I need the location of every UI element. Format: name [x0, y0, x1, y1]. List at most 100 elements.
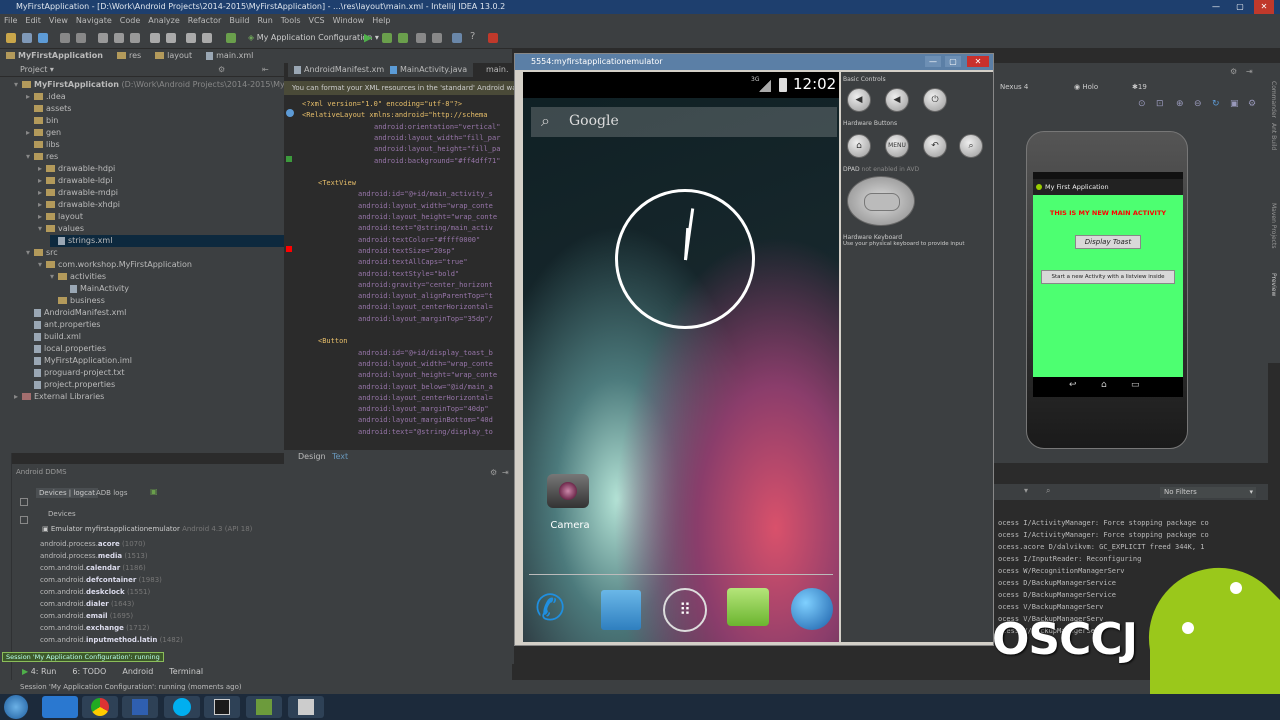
tab-run[interactable]: ▶ 4: Run: [22, 664, 56, 680]
taskbar-skype-icon[interactable]: [164, 696, 200, 718]
browser-icon[interactable]: [791, 588, 833, 630]
phone-icon[interactable]: ✆: [535, 588, 577, 630]
tree-item[interactable]: ▸ drawable-mdpi: [38, 187, 118, 199]
tab-terminal[interactable]: Terminal: [169, 664, 203, 680]
zoom-in-icon[interactable]: ⊕: [1176, 99, 1184, 109]
dpad-center[interactable]: [864, 193, 900, 211]
breadcrumb-layout[interactable]: layout: [155, 49, 192, 63]
menu-tools[interactable]: Tools: [281, 14, 301, 27]
tree-item[interactable]: bin: [26, 115, 58, 127]
screen-capture-icon[interactable]: ▣: [150, 487, 158, 496]
tree-item[interactable]: ▸ layout: [38, 211, 83, 223]
tree-expand-icon[interactable]: ▸: [26, 127, 34, 139]
refresh-icon[interactable]: ↻: [1212, 99, 1220, 109]
tree-item[interactable]: ant.properties: [26, 319, 100, 331]
tree-item[interactable]: proguard-project.txt: [26, 367, 125, 379]
tree-expand-icon[interactable]: ▸: [38, 175, 46, 187]
find-icon[interactable]: [150, 33, 160, 43]
preview-settings-icon[interactable]: ⚙: [1230, 67, 1237, 76]
tree-item[interactable]: MainActivity: [62, 283, 129, 295]
tree-item[interactable]: build.xml: [26, 331, 81, 343]
tree-item[interactable]: libs: [26, 139, 60, 151]
tab-todo[interactable]: 6: TODO: [72, 664, 106, 680]
tree-item[interactable]: ▸ gen: [26, 127, 61, 139]
tree-expand-icon[interactable]: ▸: [38, 187, 46, 199]
strip-ant-build[interactable]: Ant Build: [1270, 123, 1277, 150]
tree-item[interactable]: AndroidManifest.xml: [26, 307, 126, 319]
tree-expand-icon[interactable]: ▾: [26, 151, 34, 163]
tree-item[interactable]: business: [50, 295, 105, 307]
dpad-control[interactable]: [847, 176, 915, 226]
settings-icon[interactable]: [416, 33, 426, 43]
messaging-icon[interactable]: [727, 588, 769, 626]
preview-api[interactable]: ✱19: [1132, 83, 1147, 91]
run-icon[interactable]: ▶: [364, 31, 372, 44]
project-structure-icon[interactable]: [432, 33, 442, 43]
tree-item[interactable]: ▸ .idea: [26, 91, 66, 103]
menu-button[interactable]: MENU: [885, 134, 909, 158]
redo-icon[interactable]: [76, 33, 86, 43]
analog-clock-widget[interactable]: [615, 189, 755, 329]
tree-expand-icon[interactable]: ▸: [38, 199, 46, 211]
process-row[interactable]: com.android.inputmethod.latin (1482): [40, 636, 183, 644]
replace-icon[interactable]: [166, 33, 176, 43]
process-row[interactable]: android.process.acore (1070): [40, 540, 145, 548]
copy-icon[interactable]: [114, 33, 124, 43]
ddms-settings-icon[interactable]: ⚙: [490, 468, 497, 477]
menu-window[interactable]: Window: [333, 14, 365, 27]
process-row[interactable]: com.android.defcontainer (1983): [40, 576, 162, 584]
start-listview-button[interactable]: Start a new Activity with a listview ins…: [1041, 270, 1175, 284]
emulator-maximize-button[interactable]: ▢: [945, 56, 961, 67]
menu-help[interactable]: Help: [372, 14, 390, 27]
process-row[interactable]: com.android.deskclock (1551): [40, 588, 150, 596]
tree-expand-icon[interactable]: ▾: [38, 259, 46, 271]
zoom-out-icon[interactable]: ⊖: [1194, 99, 1202, 109]
tree-item[interactable]: ▾ activities: [50, 271, 106, 283]
log-level-dropdown[interactable]: ▾: [1024, 486, 1028, 495]
preview-options-icon[interactable]: ⚙: [1248, 99, 1256, 109]
logcat-filter-select[interactable]: No Filters ▾: [1160, 487, 1256, 498]
taskbar-downloads-icon[interactable]: [246, 696, 282, 718]
paste-icon[interactable]: [130, 33, 140, 43]
ddms-tool-icon[interactable]: [20, 516, 28, 524]
menu-build[interactable]: Build: [229, 14, 249, 27]
panel-settings-icon[interactable]: ⚙: [218, 63, 225, 77]
tree-item[interactable]: local.properties: [26, 343, 106, 355]
open-folder-icon[interactable]: [6, 33, 16, 43]
project-panel-header[interactable]: Project ▾ ⚙ ⇤: [0, 63, 284, 77]
tab-design[interactable]: Design: [298, 452, 326, 461]
stop-icon[interactable]: [488, 33, 498, 43]
taskbar-explorer-icon[interactable]: [42, 696, 78, 718]
tree-item[interactable]: ▾ values: [38, 223, 84, 235]
taskbar-app-icon[interactable]: [122, 696, 158, 718]
volume-up-icon[interactable]: ◀: [885, 88, 909, 112]
taskbar-intellij-icon[interactable]: [204, 696, 240, 718]
debug-icon[interactable]: [382, 33, 392, 43]
tree-expand-icon[interactable]: ▾: [50, 271, 58, 283]
tree-item[interactable]: ▸ drawable-ldpi: [38, 175, 112, 187]
screenshot-icon[interactable]: ▣: [1230, 99, 1239, 109]
menu-refactor[interactable]: Refactor: [188, 14, 222, 27]
volume-down-icon[interactable]: ◀: [847, 88, 871, 112]
tab-main-xml[interactable]: main.: [480, 63, 514, 77]
display-toast-button[interactable]: Display Toast: [1075, 235, 1141, 249]
undo-icon[interactable]: [60, 33, 70, 43]
strip-preview[interactable]: Preview: [1270, 273, 1277, 296]
coverage-icon[interactable]: [398, 33, 408, 43]
panel-hide-icon[interactable]: ⇤: [262, 63, 269, 77]
tree-item[interactable]: strings.xml: [50, 235, 284, 247]
breadcrumb-project[interactable]: MyFirstApplication: [6, 49, 103, 63]
process-row[interactable]: com.android.calendar (1186): [40, 564, 146, 572]
tree-item[interactable]: ▸ drawable-hdpi: [38, 163, 115, 175]
search-icon[interactable]: ⌕: [1046, 486, 1050, 496]
tab-android-manifest[interactable]: AndroidManifest.xml: [288, 63, 393, 77]
menu-navigate[interactable]: Navigate: [76, 14, 112, 27]
tree-item[interactable]: ▾ src: [26, 247, 58, 259]
google-search-bar[interactable]: ⌕ Google: [531, 107, 837, 137]
process-row[interactable]: android.process.media (1513): [40, 552, 148, 560]
ddms-hide-icon[interactable]: ⇥: [502, 468, 509, 477]
close-button[interactable]: ✕: [1254, 0, 1274, 14]
menu-edit[interactable]: Edit: [25, 14, 41, 27]
tree-item[interactable]: MyFirstApplication.iml: [26, 355, 132, 367]
tree-expand-icon[interactable]: ▸: [38, 163, 46, 175]
